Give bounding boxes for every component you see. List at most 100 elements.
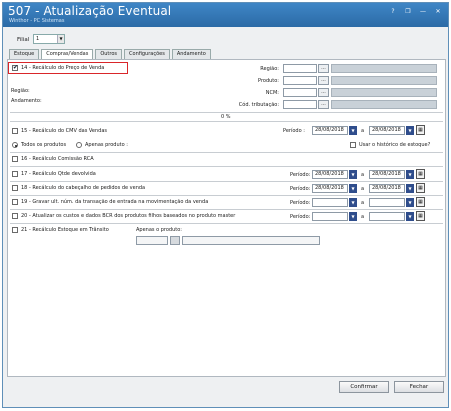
tab-estoque[interactable]: Estoque	[9, 49, 40, 59]
chevron-down-icon[interactable]: ▼	[57, 35, 64, 43]
chevron-down-icon[interactable]: ▼	[406, 212, 414, 221]
confirmar-button[interactable]: Confirmar	[339, 381, 389, 393]
minimize-icon[interactable]: —	[419, 8, 427, 15]
help-icon[interactable]: ?	[389, 8, 397, 15]
tab-compras-vendas[interactable]: Compras/Vendas	[41, 49, 94, 59]
checkbox-18[interactable]	[12, 185, 18, 191]
tab-bar: Estoque Compras/Vendas Outros Configuraç…	[9, 49, 213, 59]
close-icon[interactable]: ✕	[434, 8, 442, 15]
chevron-down-icon[interactable]: ▼	[406, 184, 414, 193]
periodo-label-19: Período:	[290, 200, 311, 206]
periodo-label-18: Período:	[290, 186, 311, 192]
produto-21-input[interactable]	[136, 236, 168, 245]
a-label-20: a	[361, 214, 365, 220]
chevron-down-icon[interactable]: ▼	[349, 212, 357, 221]
cod-tributacao-input[interactable]	[283, 100, 317, 109]
calendar-icon[interactable]: ▦	[416, 197, 425, 207]
restore-icon[interactable]: ❐	[404, 8, 412, 15]
produto-search-button[interactable]: ...	[318, 76, 329, 85]
checkbox-19[interactable]	[12, 199, 18, 205]
date-to-20[interactable]	[369, 212, 405, 221]
checkbox-20[interactable]	[12, 213, 18, 219]
ncm-description	[331, 88, 437, 97]
ncm-input[interactable]	[283, 88, 317, 97]
date-to-15[interactable]: 28/08/2018	[369, 126, 405, 135]
andamento-label: Andamento:	[11, 98, 42, 104]
chevron-down-icon[interactable]: ▼	[406, 170, 414, 179]
date-from-18[interactable]: 28/08/2018	[312, 184, 348, 193]
checkbox-usar-historico[interactable]	[350, 142, 356, 148]
checkbox-21[interactable]	[12, 227, 18, 233]
date-to-18[interactable]: 28/08/2018	[369, 184, 405, 193]
radio-apenas-produto[interactable]	[76, 142, 82, 148]
tab-andamento[interactable]: Andamento	[171, 49, 211, 59]
a-label-19: a	[361, 200, 365, 206]
divider	[10, 121, 443, 122]
cod-tributacao-search-button[interactable]: ...	[318, 100, 329, 109]
title-bar: 507 - Atualização Eventual Winthor - PC …	[3, 3, 448, 27]
filial-select[interactable]: 1 ▼	[33, 34, 65, 44]
window-controls: ? ❐ — ✕	[389, 8, 442, 15]
date-to-17[interactable]: 28/08/2018	[369, 170, 405, 179]
produto-21-search-button[interactable]	[170, 236, 180, 245]
apenas-produto-label: Apenas produto :	[85, 142, 128, 148]
a-label-15: a	[361, 128, 365, 134]
periodo-label-20: Período:	[290, 214, 311, 220]
calendar-icon[interactable]: ▦	[416, 125, 425, 135]
filial-label: Filial	[17, 37, 30, 43]
fechar-button[interactable]: Fechar	[394, 381, 444, 393]
chevron-down-icon[interactable]: ▼	[406, 198, 414, 207]
calendar-icon[interactable]: ▦	[416, 183, 425, 193]
checkbox-17[interactable]	[12, 171, 18, 177]
a-label-18: a	[361, 186, 365, 192]
a-label-17: a	[361, 172, 365, 178]
regiao-search-button[interactable]: ...	[318, 64, 329, 73]
regiao-label: Região:	[260, 66, 279, 72]
divider	[10, 209, 443, 210]
divider	[10, 166, 443, 167]
regiao-description	[331, 64, 437, 73]
regiao-status-label: Região:	[11, 88, 30, 94]
divider	[10, 181, 443, 182]
divider	[10, 223, 443, 224]
produto-input[interactable]	[283, 76, 317, 85]
cod-tributacao-label: Cód. tributação:	[238, 102, 279, 108]
window-title: 507 - Atualização Eventual	[8, 4, 172, 18]
label-18: 18 - Recálculo do cabeçalho de pedidos d…	[21, 185, 146, 191]
regiao-input[interactable]	[283, 64, 317, 73]
radio-todos-produtos[interactable]	[12, 142, 18, 148]
label-21: 21 - Recálculo Estoque em Trânsito	[21, 227, 109, 233]
label-15: 15 - Recálculo do CMV das Vendas	[21, 128, 108, 134]
periodo-label-17: Período:	[290, 172, 311, 178]
label-20: 20 - Atualizar os custos e dados BCR dos…	[21, 213, 236, 219]
calendar-icon[interactable]: ▦	[416, 211, 425, 221]
calendar-icon[interactable]: ▦	[416, 169, 425, 179]
periodo-label-15: Período :	[283, 128, 305, 134]
tab-outros[interactable]: Outros	[95, 49, 123, 59]
ncm-label: NCM:	[265, 90, 279, 96]
divider	[10, 195, 443, 196]
date-from-20[interactable]	[312, 212, 348, 221]
date-from-19[interactable]	[312, 198, 348, 207]
label-16: 16 - Recálculo Comissão RCA	[21, 156, 94, 162]
chevron-down-icon[interactable]: ▼	[349, 126, 357, 135]
checkbox-15[interactable]	[12, 128, 18, 134]
date-from-15[interactable]: 28/08/2018	[312, 126, 348, 135]
label-17: 17 - Recálculo Qtde devolvida	[21, 171, 96, 177]
chevron-down-icon[interactable]: ▼	[349, 184, 357, 193]
compras-vendas-panel: 14 - Recálculo do Preço de Venda Região:…	[7, 59, 446, 377]
chevron-down-icon[interactable]: ▼	[349, 198, 357, 207]
tab-configuracoes[interactable]: Configurações	[124, 49, 170, 59]
date-to-19[interactable]	[369, 198, 405, 207]
produto-description	[331, 76, 437, 85]
date-from-17[interactable]: 28/08/2018	[312, 170, 348, 179]
apenas-produto-21-label: Apenas o produto:	[136, 227, 182, 233]
label-19: 19 - Gravar ult. núm. da transação de en…	[21, 199, 209, 205]
ncm-search-button[interactable]: ...	[318, 88, 329, 97]
checkbox-14[interactable]	[12, 64, 18, 71]
checkbox-16[interactable]	[12, 156, 18, 162]
divider	[10, 152, 443, 153]
chevron-down-icon[interactable]: ▼	[406, 126, 414, 135]
progress-text: 0 %	[221, 114, 231, 120]
chevron-down-icon[interactable]: ▼	[349, 170, 357, 179]
